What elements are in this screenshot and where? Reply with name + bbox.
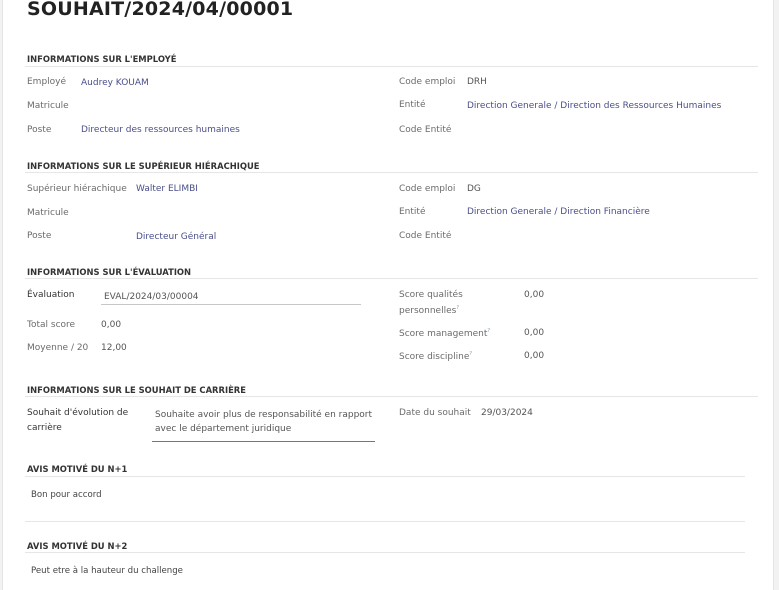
superior-code-emploi-value: DG — [467, 184, 481, 194]
superior-poste-field[interactable]: Directeur Général — [136, 232, 216, 242]
wish-text-line2[interactable]: avec le département juridique — [155, 424, 291, 434]
qualites-label-line2: personnelles? — [399, 305, 459, 316]
n1-section-heading: AVIS MOTIVÉ DU N+1 — [27, 464, 128, 474]
wish-text-line1[interactable]: Souhaite avoir plus de responsabilité en… — [155, 410, 372, 420]
divider — [25, 66, 758, 67]
code-emploi-label: Code emploi — [399, 77, 456, 87]
help-icon[interactable]: ? — [469, 351, 472, 357]
wish-label-line2: carrière — [27, 423, 62, 433]
superior-section-heading: INFORMATIONS SUR LE SUPÉRIEUR HIÉRACHIQU… — [27, 161, 260, 171]
form-sheet: SOUHAIT/2024/04/00001 INFORMATIONS SUR L… — [2, 0, 774, 590]
evaluation-field[interactable]: EVAL/2024/03/00004 — [104, 292, 199, 302]
n2-section-heading: AVIS MOTIVÉ DU N+2 — [27, 541, 128, 551]
divider — [25, 278, 758, 279]
n1-opinion-text[interactable]: Bon pour accord — [31, 490, 102, 500]
code-entite-label: Code Entité — [399, 125, 452, 135]
employee-label: Employé — [27, 77, 67, 87]
management-label: Score management? — [399, 328, 491, 339]
matricule-label: Matricule — [27, 101, 69, 111]
employee-section-heading: INFORMATIONS SUR L'EMPLOYÉ — [27, 54, 177, 64]
poste-field[interactable]: Directeur des ressources humaines — [81, 125, 240, 135]
date-value: 29/03/2024 — [481, 408, 533, 418]
wish-field-underline — [152, 441, 375, 442]
total-score-label: Total score — [27, 320, 76, 330]
superior-code-emploi-label: Code emploi — [399, 184, 456, 194]
evaluation-label: Évaluation — [27, 290, 75, 300]
employee-field[interactable]: Audrey KOUAM — [81, 78, 149, 88]
divider — [25, 521, 745, 522]
divider — [25, 396, 758, 397]
management-value: 0,00 — [524, 328, 545, 338]
n2-opinion-text[interactable]: Peut etre à la hauteur du challenge — [31, 566, 183, 576]
wish-label-line1: Souhait d'évolution de — [27, 408, 129, 418]
discipline-label: Score discipline? — [399, 351, 473, 362]
poste-label: Poste — [27, 125, 52, 135]
superior-label: Supérieur hiérachique — [27, 184, 127, 194]
record-title: SOUHAIT/2024/04/00001 — [27, 0, 294, 20]
date-label: Date du souhait — [399, 408, 471, 418]
divider — [25, 552, 745, 553]
discipline-value: 0,00 — [524, 351, 545, 361]
qualites-label-line1: Score qualités — [399, 290, 463, 300]
divider — [25, 172, 758, 173]
superior-entite-field[interactable]: Direction Generale / Direction Financièr… — [467, 207, 650, 217]
career-section-heading: INFORMATIONS SUR LE SOUHAIT DE CARRIÈRE — [27, 385, 246, 395]
superior-code-entite-label: Code Entité — [399, 231, 452, 241]
superior-field[interactable]: Walter ELIMBI — [136, 184, 198, 194]
total-score-value: 0,00 — [101, 320, 122, 330]
code-emploi-value: DRH — [467, 77, 487, 87]
help-icon[interactable]: ? — [487, 328, 490, 334]
superior-poste-label: Poste — [27, 231, 52, 241]
moyenne-value: 12,00 — [101, 343, 127, 353]
superior-entite-label: Entité — [399, 207, 426, 217]
help-icon[interactable]: ? — [456, 305, 459, 311]
evaluation-section-heading: INFORMATIONS SUR L'ÉVALUATION — [27, 267, 192, 277]
evaluation-field-underline — [101, 304, 361, 305]
qualites-value: 0,00 — [524, 290, 545, 300]
entite-field[interactable]: Direction Generale / Direction des Resso… — [467, 101, 721, 111]
divider — [25, 476, 745, 477]
superior-matricule-label: Matricule — [27, 208, 69, 218]
entite-label: Entité — [399, 100, 426, 110]
moyenne-label: Moyenne / 20 — [27, 343, 89, 353]
